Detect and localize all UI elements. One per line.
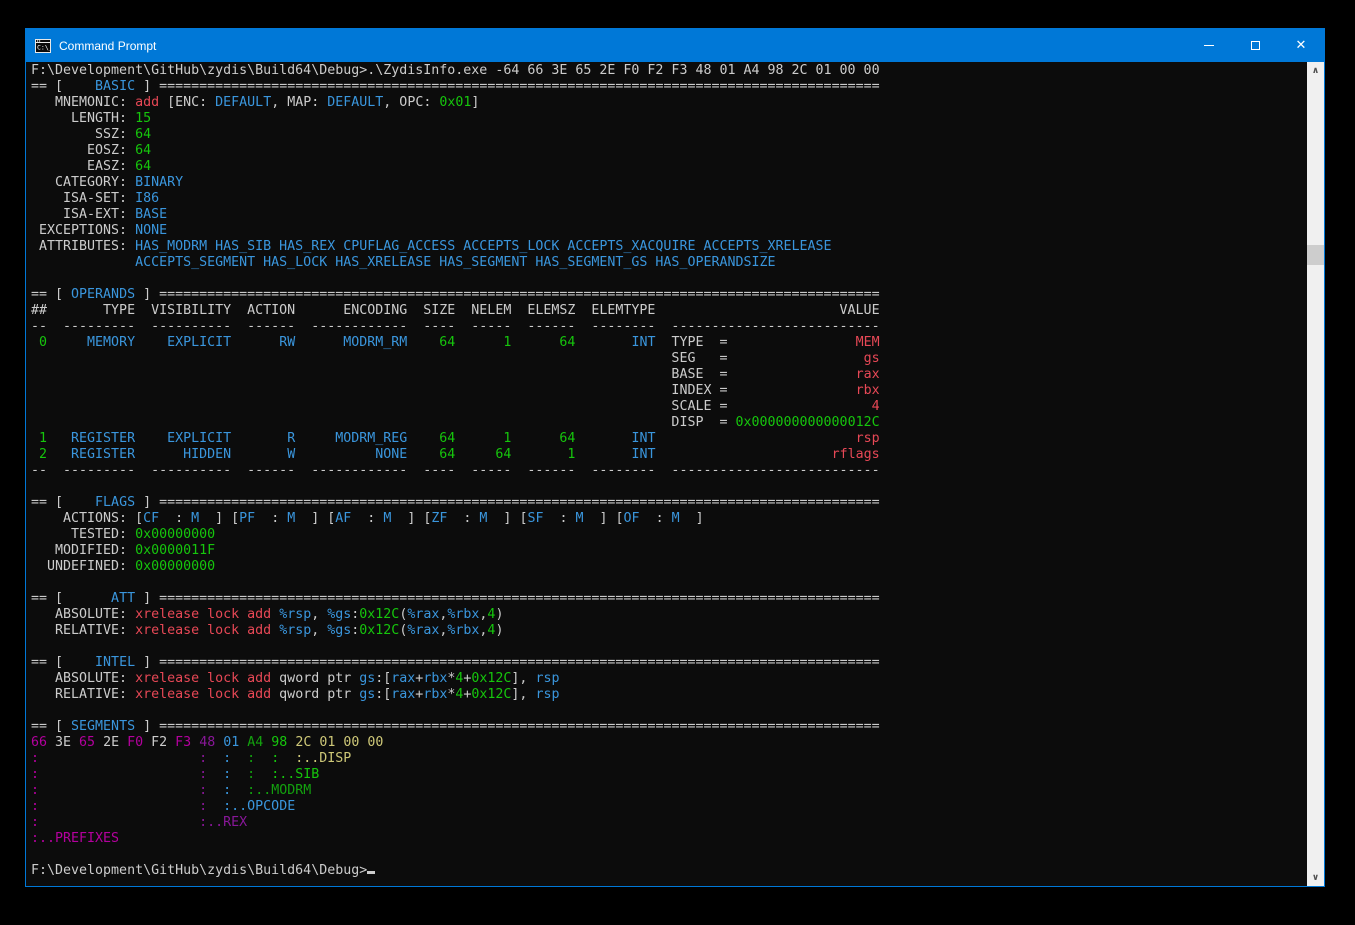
titlebar[interactable]: C:\_ Command Prompt ✕ bbox=[26, 29, 1324, 62]
console-output: F:\Development\GitHub\zydis\Build64\Debu… bbox=[26, 62, 1307, 886]
console-line bbox=[31, 639, 1307, 655]
console-line: :..PREFIXES bbox=[31, 831, 1307, 847]
svg-text:C:\_: C:\_ bbox=[37, 43, 51, 51]
console-line: EXCEPTIONS: NONE bbox=[31, 223, 1307, 239]
window-client-area: F:\Development\GitHub\zydis\Build64\Debu… bbox=[26, 62, 1324, 886]
console-line bbox=[31, 703, 1307, 719]
console-line: MNEMONIC: add [ENC: DEFAULT, MAP: DEFAUL… bbox=[31, 95, 1307, 111]
console-line: LENGTH: 15 bbox=[31, 111, 1307, 127]
console-line: ISA-EXT: BASE bbox=[31, 207, 1307, 223]
console-line: ABSOLUTE: xrelease lock add qword ptr gs… bbox=[31, 671, 1307, 687]
console-line: INDEX = rbx bbox=[31, 383, 1307, 399]
console-line: -- --------- ---------- ------ ---------… bbox=[31, 463, 1307, 479]
console-line: MODIFIED: 0x0000011F bbox=[31, 543, 1307, 559]
console-line bbox=[31, 271, 1307, 287]
close-icon: ✕ bbox=[1296, 38, 1307, 53]
console-line: F:\Development\GitHub\zydis\Build64\Debu… bbox=[31, 863, 1307, 879]
console-line: F:\Development\GitHub\zydis\Build64\Debu… bbox=[31, 63, 1307, 79]
console-line: ABSOLUTE: xrelease lock add %rsp, %gs:0x… bbox=[31, 607, 1307, 623]
console-line: == [ OPERANDS ] ========================… bbox=[31, 287, 1307, 303]
maximize-button[interactable] bbox=[1232, 29, 1278, 62]
console-line: == [ BASIC ] ===========================… bbox=[31, 79, 1307, 95]
command-prompt-window: C:\_ Command Prompt ✕ F:\Development\Git… bbox=[25, 28, 1325, 887]
console-line: EOSZ: 64 bbox=[31, 143, 1307, 159]
console-line: ATTRIBUTES: HAS_MODRM HAS_SIB HAS_REX CP… bbox=[31, 239, 1307, 255]
console-line: : :..REX bbox=[31, 815, 1307, 831]
console-line: ## TYPE VISIBILITY ACTION ENCODING SIZE … bbox=[31, 303, 1307, 319]
console-line bbox=[31, 847, 1307, 863]
console-line: == [ SEGMENTS ] ========================… bbox=[31, 719, 1307, 735]
window-title: Command Prompt bbox=[59, 39, 156, 53]
console-line: == [ FLAGS ] ===========================… bbox=[31, 495, 1307, 511]
window-controls: ✕ bbox=[1186, 29, 1324, 62]
console-line: : : : : :..SIB bbox=[31, 767, 1307, 783]
console-line: SSZ: 64 bbox=[31, 127, 1307, 143]
console-line: ISA-SET: I86 bbox=[31, 191, 1307, 207]
console-line: UNDEFINED: 0x00000000 bbox=[31, 559, 1307, 575]
cmd-icon: C:\_ bbox=[35, 38, 51, 54]
console-line: : : :..OPCODE bbox=[31, 799, 1307, 815]
console-line: 2 REGISTER HIDDEN W NONE 64 64 1 INT rfl… bbox=[31, 447, 1307, 463]
console-line: ACCEPTS_SEGMENT HAS_LOCK HAS_XRELEASE HA… bbox=[31, 255, 1307, 271]
console-line: 66 3E 65 2E F0 F2 F3 48 01 A4 98 2C 01 0… bbox=[31, 735, 1307, 751]
text-cursor bbox=[367, 871, 375, 874]
console-line: CATEGORY: BINARY bbox=[31, 175, 1307, 191]
console-line: SEG = gs bbox=[31, 351, 1307, 367]
console-line: 1 REGISTER EXPLICIT R MODRM_REG 64 1 64 … bbox=[31, 431, 1307, 447]
console-line: DISP = 0x000000000000012C bbox=[31, 415, 1307, 431]
console-line: TESTED: 0x00000000 bbox=[31, 527, 1307, 543]
scrollbar[interactable]: ∧ ∨ bbox=[1307, 62, 1324, 886]
minimize-icon bbox=[1204, 45, 1214, 46]
console-line: RELATIVE: xrelease lock add %rsp, %gs:0x… bbox=[31, 623, 1307, 639]
console-line: -- --------- ---------- ------ ---------… bbox=[31, 319, 1307, 335]
console-line bbox=[31, 575, 1307, 591]
console-line: BASE = rax bbox=[31, 367, 1307, 383]
console-line: EASZ: 64 bbox=[31, 159, 1307, 175]
console-line: : : : :..MODRM bbox=[31, 783, 1307, 799]
console-line bbox=[31, 479, 1307, 495]
console-line: 0 MEMORY EXPLICIT RW MODRM_RM 64 1 64 IN… bbox=[31, 335, 1307, 351]
maximize-icon bbox=[1251, 41, 1260, 50]
console-line: SCALE = 4 bbox=[31, 399, 1307, 415]
scrollbar-thumb[interactable] bbox=[1307, 245, 1324, 265]
minimize-button[interactable] bbox=[1186, 29, 1232, 62]
console-line: == [ INTEL ] ===========================… bbox=[31, 655, 1307, 671]
console-line: ACTIONS: [CF : M ] [PF : M ] [AF : M ] [… bbox=[31, 511, 1307, 527]
console-line: RELATIVE: xrelease lock add qword ptr gs… bbox=[31, 687, 1307, 703]
scroll-down-icon[interactable]: ∨ bbox=[1307, 869, 1324, 886]
console-line: == [ ATT ] =============================… bbox=[31, 591, 1307, 607]
scroll-up-icon[interactable]: ∧ bbox=[1307, 62, 1324, 79]
console-line: : : : : : :..DISP bbox=[31, 751, 1307, 767]
close-button[interactable]: ✕ bbox=[1278, 29, 1324, 62]
